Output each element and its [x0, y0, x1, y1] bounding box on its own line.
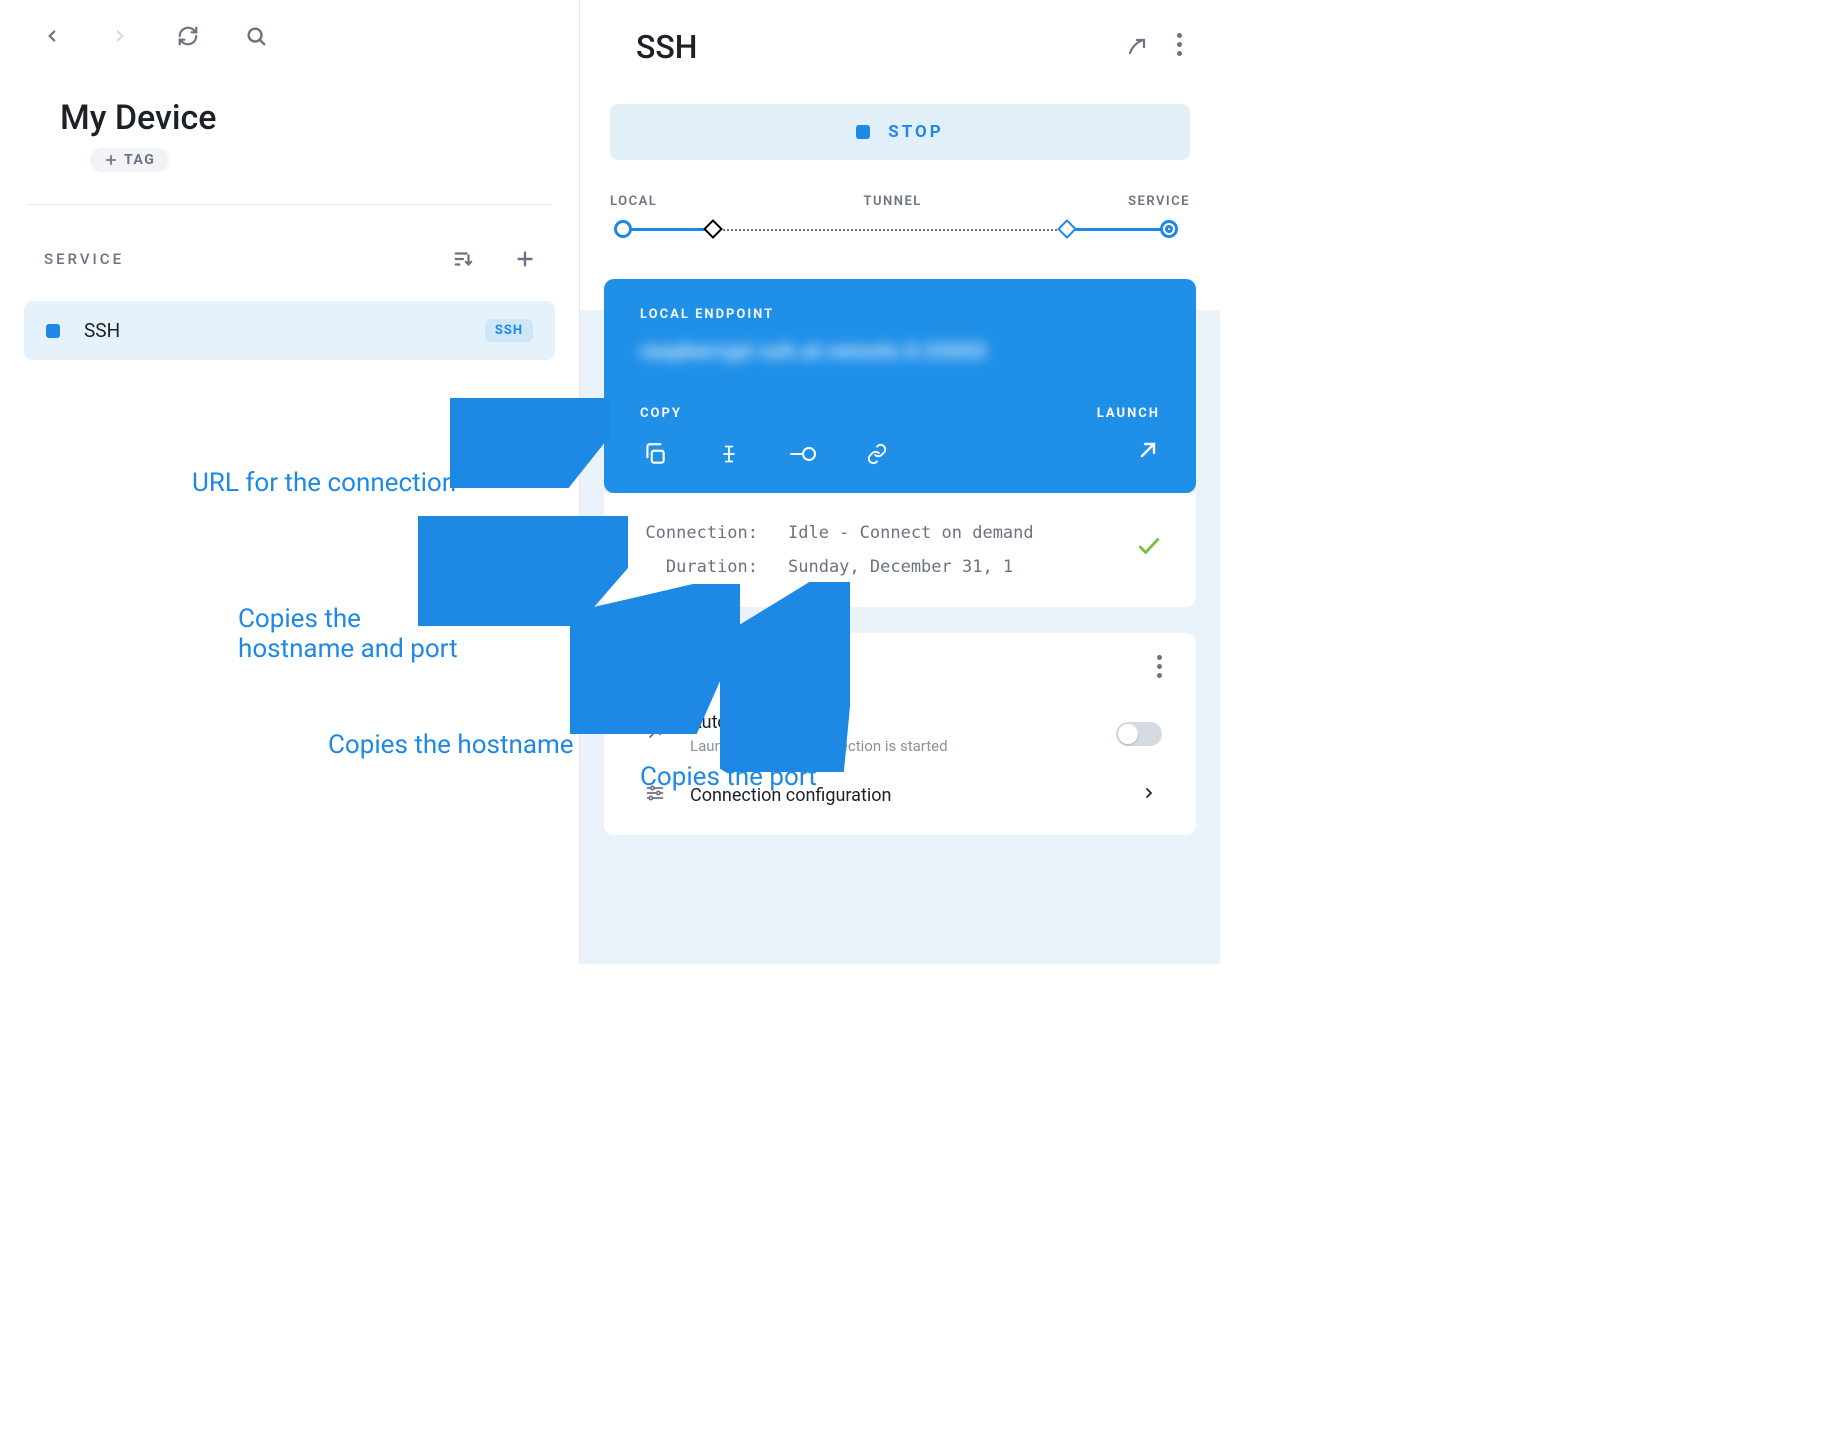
device-title-block: My Device TAG [0, 60, 579, 178]
tag-label: TAG [124, 152, 155, 168]
back-button[interactable] [38, 22, 66, 50]
copy-link-button[interactable] [862, 439, 892, 469]
status-labels: LOCAL TUNNEL SERVICE [580, 160, 1220, 219]
service-item-ssh[interactable]: SSH SSH [24, 301, 555, 360]
detail-panel: SSH STOP LOCAL TUNNEL SERVICE [580, 0, 1220, 964]
auto-launch-toggle[interactable] [1116, 722, 1162, 746]
status-service-label: SERVICE [1128, 194, 1190, 209]
connection-section-header[interactable]: CONNECTION [660, 659, 793, 674]
node-tunnel-end-icon [1057, 219, 1077, 239]
endpoint-url: raspberrypi-ssh.at.remote.it:33003 [640, 340, 1160, 364]
auto-launch-row: Auto Launch Launch when the connection i… [638, 698, 1166, 769]
info-connection-value: Idle - Connect on demand [788, 523, 1034, 543]
chevron-right-icon [1136, 785, 1162, 805]
device-title: My Device [60, 98, 531, 138]
stop-icon [856, 125, 870, 139]
endpoint-card: LOCAL ENDPOINT raspberrypi-ssh.at.remote… [604, 279, 1196, 493]
app-root: My Device TAG SERVICE SSH SSH [0, 0, 1220, 964]
connection-config-row[interactable]: Connection configuration [638, 769, 1166, 821]
detail-title: SSH [636, 28, 697, 66]
auto-launch-title: Auto Launch [690, 712, 1094, 733]
launch-arrow-icon [642, 722, 668, 746]
service-header: SERVICE [0, 205, 579, 291]
detail-header: SSH [580, 0, 1220, 66]
status-tunnel-label: TUNNEL [864, 194, 922, 209]
status-local-label: LOCAL [610, 194, 657, 209]
share-button[interactable] [1121, 33, 1149, 61]
connection-settings-card: CONNECTION Auto Launch Launch when the c… [604, 633, 1196, 835]
copy-host-port-button[interactable] [640, 439, 670, 469]
info-duration-value: Sunday, December 31, 1 [788, 557, 1013, 577]
connection-section-title: CONNECTION [660, 659, 771, 674]
copy-hostname-button[interactable] [714, 439, 744, 469]
sliders-icon [642, 783, 668, 807]
endpoint-label: LOCAL ENDPOINT [640, 307, 1160, 322]
refresh-button[interactable] [174, 22, 202, 50]
info-connection-row: Connection: Idle - Connect on demand [638, 523, 1166, 543]
service-header-label: SERVICE [44, 250, 124, 268]
status-bullet-icon [46, 324, 60, 338]
service-name: SSH [84, 319, 461, 342]
node-service-icon [1160, 220, 1178, 238]
more-menu-button[interactable] [1177, 33, 1182, 61]
add-service-button[interactable] [511, 245, 539, 273]
auto-launch-subtitle: Launch when the connection is started [690, 737, 1094, 755]
check-icon [1136, 533, 1162, 565]
left-toolbar [0, 0, 579, 60]
search-button[interactable] [242, 22, 270, 50]
info-connection-key: Connection: [638, 523, 758, 543]
service-badge: SSH [485, 319, 533, 342]
copy-port-button[interactable] [788, 439, 818, 469]
connection-more-button[interactable] [1157, 655, 1162, 678]
node-local-icon [614, 220, 632, 238]
device-panel: My Device TAG SERVICE SSH SSH [0, 0, 580, 964]
forward-button[interactable] [106, 22, 134, 50]
launch-label: LAUNCH [1097, 406, 1160, 421]
add-tag-button[interactable]: TAG [90, 148, 169, 172]
connection-info-card: Connection: Idle - Connect on demand Dur… [604, 493, 1196, 607]
status-diagram [610, 219, 1190, 239]
info-duration-row: Duration: Sunday, December 31, 1 [638, 557, 1166, 577]
info-duration-key: Duration: [638, 557, 758, 577]
copy-label: COPY [640, 406, 682, 421]
sort-button[interactable] [449, 245, 477, 273]
launch-button[interactable] [1136, 438, 1160, 466]
node-tunnel-start-icon [703, 219, 723, 239]
connection-config-title: Connection configuration [690, 785, 1114, 806]
stop-label: STOP [888, 122, 943, 142]
stop-connection-button[interactable]: STOP [610, 104, 1190, 160]
